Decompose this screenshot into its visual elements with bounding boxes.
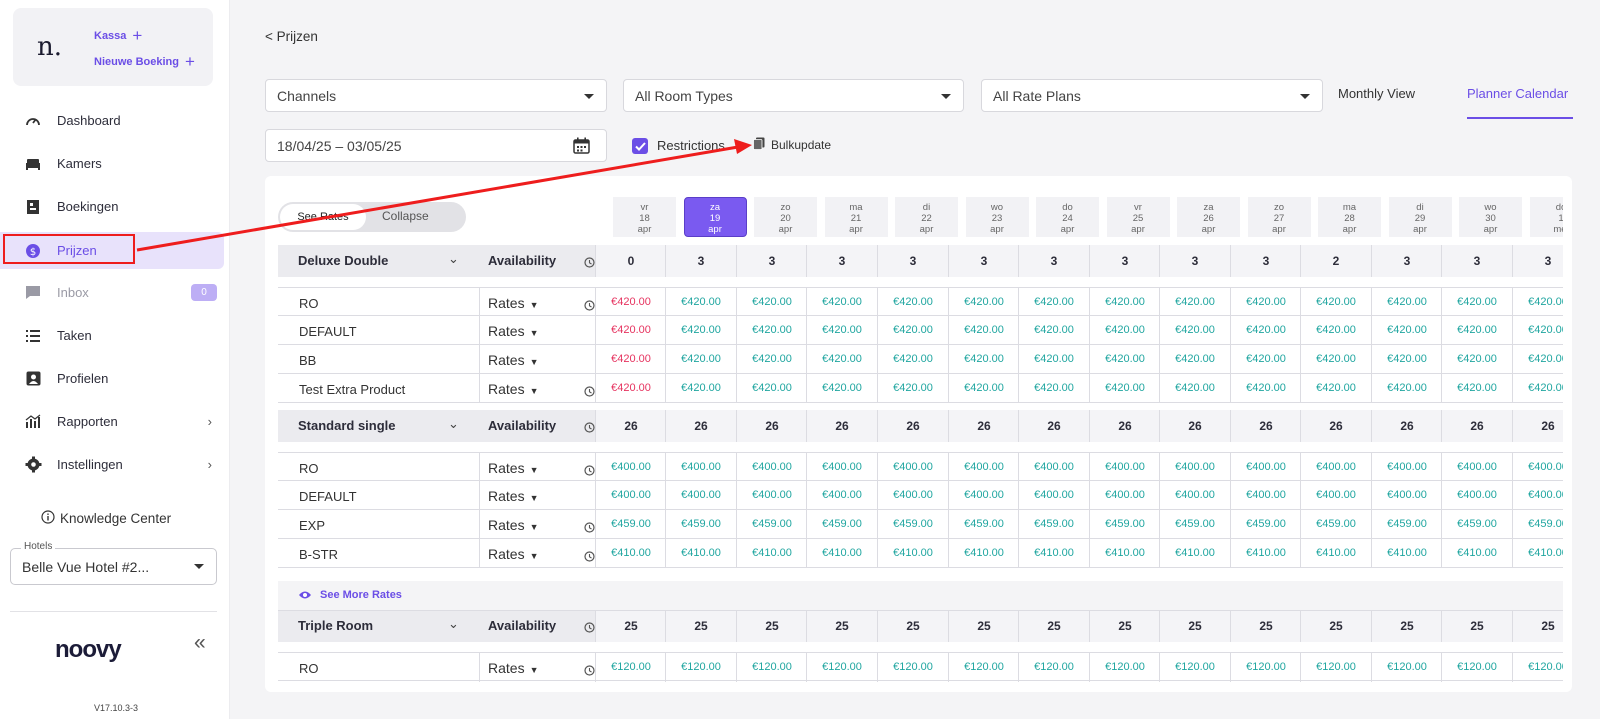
annotation-arrow [136, 139, 752, 252]
